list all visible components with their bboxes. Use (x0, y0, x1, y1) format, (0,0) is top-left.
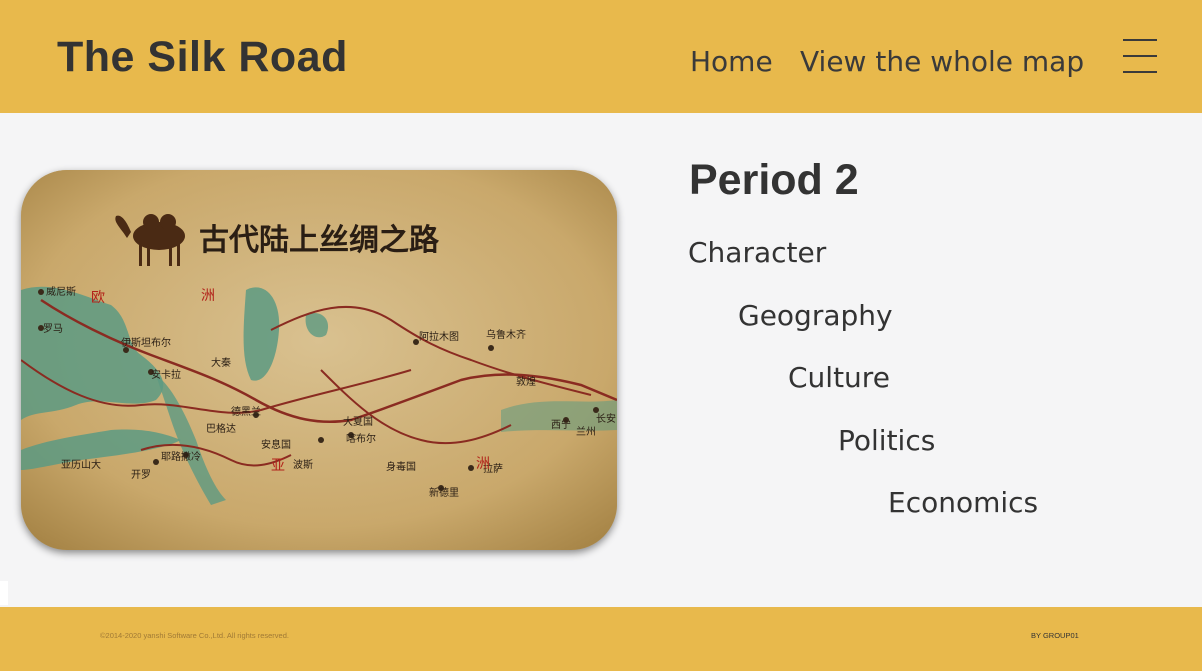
map-label: 亚历山大 (61, 458, 101, 471)
topic-economics-link[interactable]: Economics (888, 486, 1038, 519)
hamburger-menu-icon[interactable] (1123, 38, 1157, 74)
copyright-text: ©2014-2020 yanshi Software Co.,Ltd. All … (100, 631, 289, 640)
map-label: 洲 (201, 288, 215, 304)
map-label: 波斯 (293, 458, 313, 471)
map-label: 罗马 (43, 323, 63, 335)
nav-home-link[interactable]: Home (690, 45, 773, 78)
topic-geography-link[interactable]: Geography (738, 299, 893, 332)
byline-text: BY GROUP01 (1031, 631, 1079, 640)
topic-character-link[interactable]: Character (688, 236, 826, 269)
edge-strip (0, 581, 8, 605)
map-label: 大夏国 (343, 415, 373, 428)
map-label: 巴格达 (206, 422, 236, 435)
map-label: 兰州 (576, 425, 596, 438)
map-label: 长安 (596, 412, 616, 425)
map-label: 开罗 (131, 469, 151, 481)
map-label: 西宁 (551, 418, 571, 431)
map-label: 敦煌 (516, 375, 536, 388)
nav-view-map-link[interactable]: View the whole map (800, 45, 1084, 78)
period-title: Period 2 (689, 156, 859, 204)
main-content: 古代陆上丝绸之路 威尼斯 罗马 伊斯坦布尔 安卡拉 亚历山大 开罗 耶路撒冷 巴… (0, 113, 1202, 607)
map-label: 阿拉木图 (419, 330, 459, 343)
map-label: 耶路撒冷 (161, 450, 201, 463)
map-label: 新德里 (429, 486, 459, 499)
map-label: 德黑兰 (231, 405, 261, 418)
map-label: 喀布尔 (346, 432, 376, 445)
site-title: The Silk Road (57, 33, 348, 81)
silk-road-map-image: 古代陆上丝绸之路 威尼斯 罗马 伊斯坦布尔 安卡拉 亚历山大 开罗 耶路撒冷 巴… (21, 170, 617, 550)
site-header: The Silk Road Home View the whole map (0, 0, 1202, 113)
topic-politics-link[interactable]: Politics (838, 424, 935, 457)
map-title-text: 古代陆上丝绸之路 (199, 223, 440, 258)
map-label: 伊斯坦布尔 (121, 336, 171, 349)
map-label: 安卡拉 (151, 368, 181, 381)
map-label: 身毒国 (386, 460, 416, 473)
map-label: 洲 (476, 456, 490, 472)
topic-culture-link[interactable]: Culture (788, 361, 890, 394)
map-label: 乌鲁木齐 (486, 328, 526, 341)
map-label: 威尼斯 (46, 285, 76, 298)
site-footer: ©2014-2020 yanshi Software Co.,Ltd. All … (0, 607, 1202, 671)
map-label: 亚 (271, 458, 285, 474)
map-label: 大秦 (211, 356, 231, 369)
map-label: 欧 (91, 290, 105, 306)
map-label: 安息国 (261, 438, 291, 451)
